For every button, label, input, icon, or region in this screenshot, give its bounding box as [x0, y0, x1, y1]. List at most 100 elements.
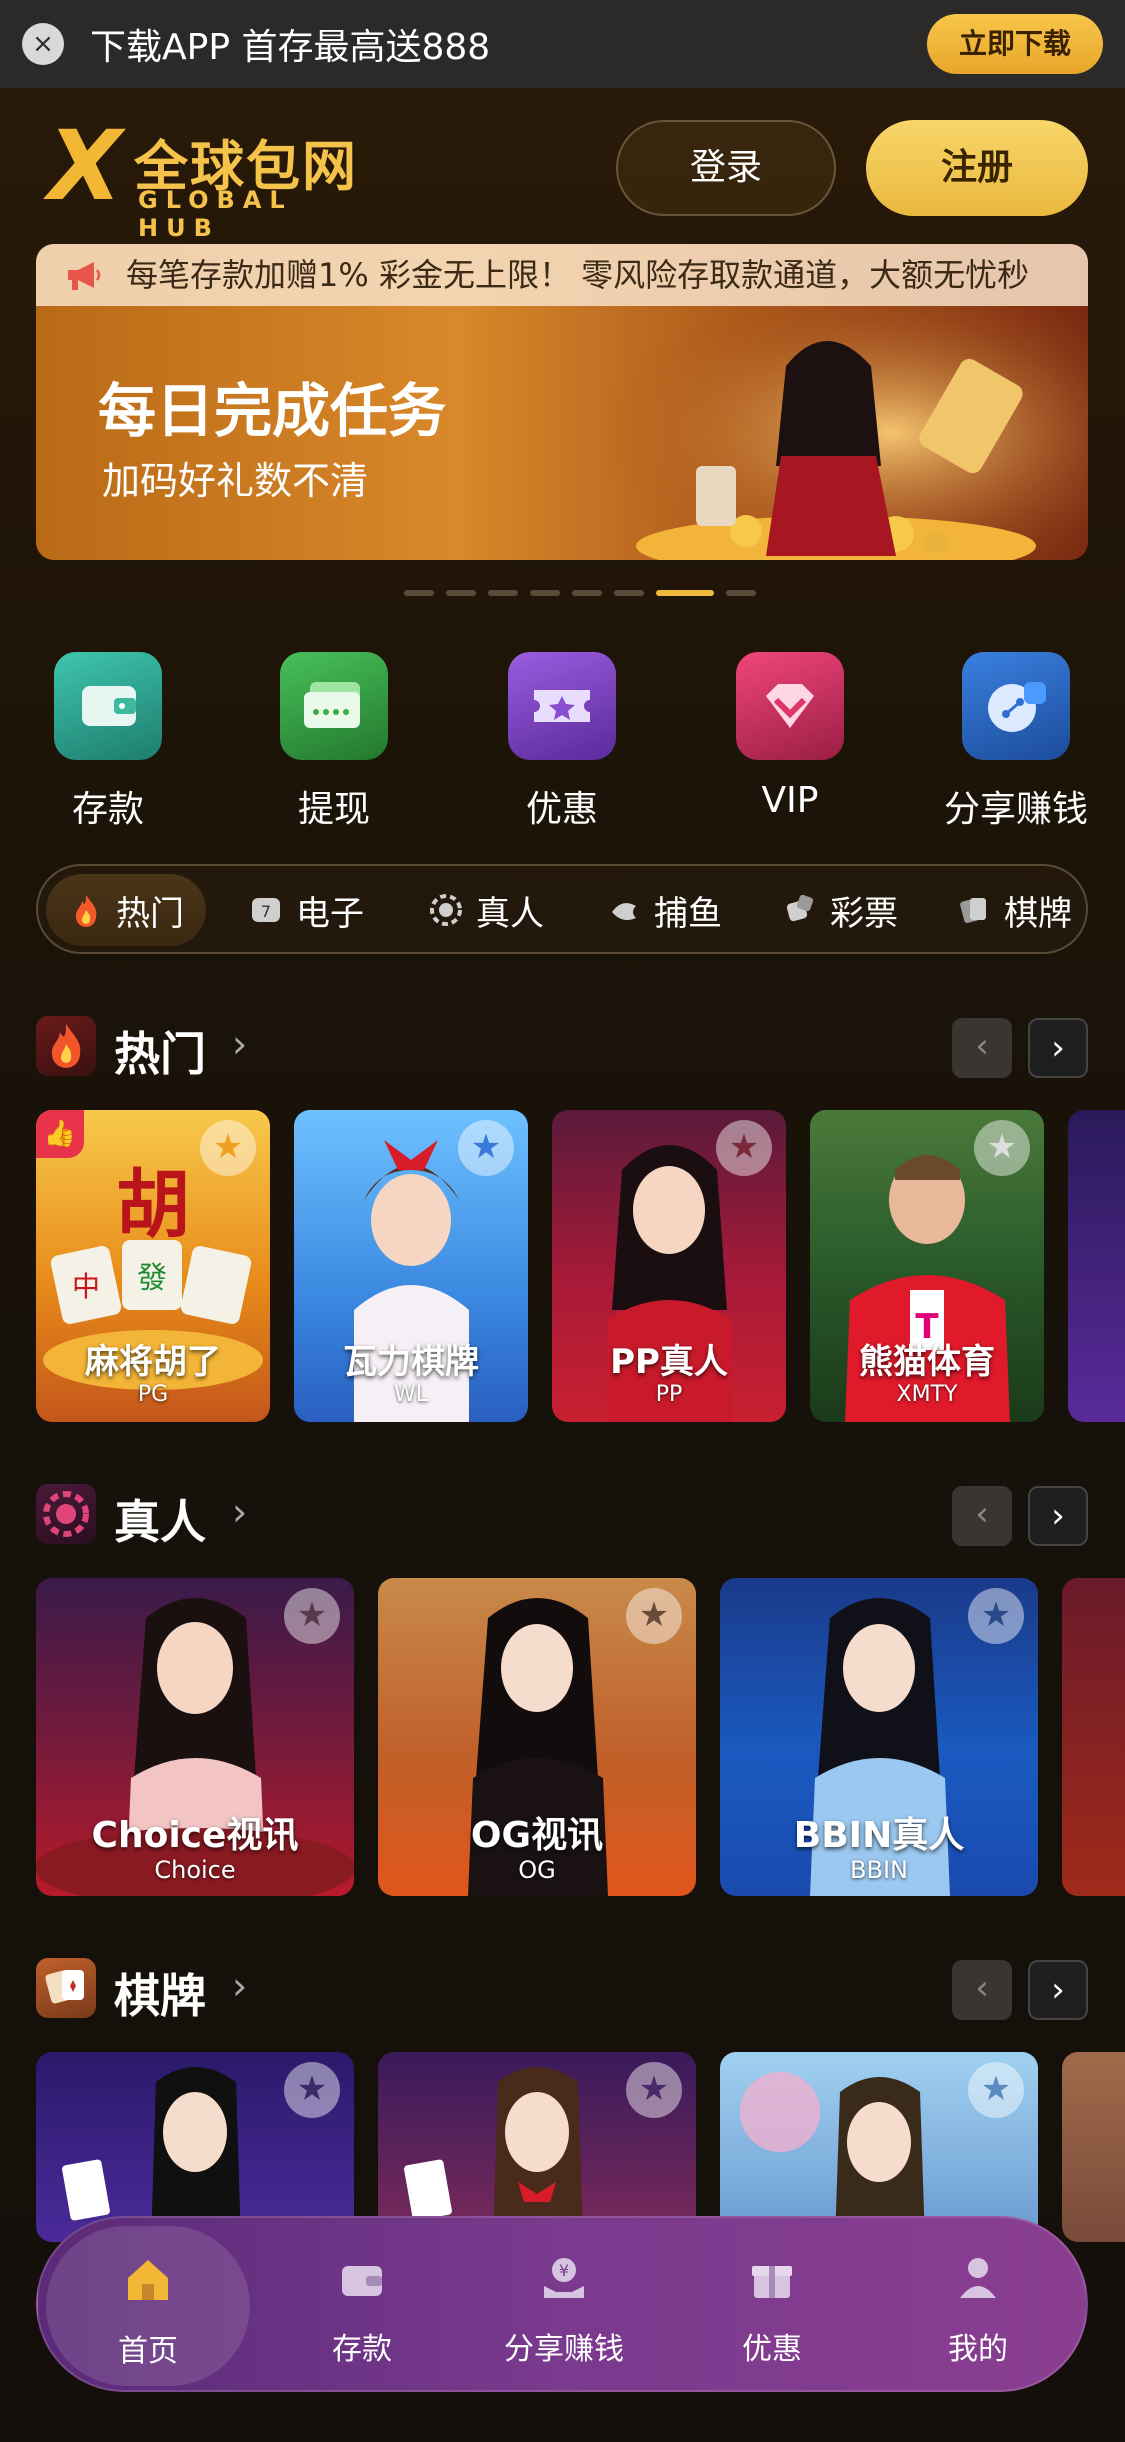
- quick-deposit[interactable]: 存款: [8, 652, 208, 832]
- marquee-text: 每笔存款加赠1% 彩金无上限！ 零风险存取款通道，大额无忧秒: [126, 256, 1030, 294]
- game-card[interactable]: ★ Choice视讯 Choice: [36, 1578, 354, 1896]
- tab-chess[interactable]: 棋牌: [956, 874, 1072, 946]
- nav-mine[interactable]: 我的: [878, 2218, 1078, 2394]
- nav-promo-label: 优惠: [742, 2332, 802, 2367]
- game-card-partial[interactable]: [1068, 1110, 1125, 1422]
- cards-icon: [960, 898, 986, 924]
- tab-live-label: 真人: [476, 893, 544, 934]
- chevron-right-icon[interactable]: ›: [232, 1022, 247, 1066]
- quick-withdraw[interactable]: 提现: [234, 652, 434, 832]
- game-card[interactable]: 胡 發 中 👍 ★ 麻将胡了 PG: [36, 1110, 270, 1422]
- game-name: OG视讯: [470, 1815, 604, 1856]
- pagination-dot[interactable]: [572, 590, 602, 596]
- megaphone-icon: [68, 262, 101, 290]
- tab-hot[interactable]: 热门: [46, 874, 206, 946]
- favorite-star-icon[interactable]: ★: [200, 1120, 256, 1176]
- favorite-star-icon[interactable]: ★: [716, 1120, 772, 1176]
- chevron-right-icon[interactable]: ›: [232, 1964, 247, 2008]
- game-provider: BBIN: [850, 1856, 908, 1884]
- pagination-dot[interactable]: [446, 590, 476, 596]
- tab-chess-label: 棋牌: [1004, 893, 1072, 934]
- hot-prev-button[interactable]: ‹: [952, 1018, 1012, 1078]
- nav-promo[interactable]: 优惠: [672, 2218, 872, 2394]
- section-hot-title[interactable]: 热门: [114, 1018, 206, 1084]
- game-card[interactable]: T ★ 熊猫体育 XMTY: [810, 1110, 1044, 1422]
- register-button[interactable]: 注册: [866, 120, 1088, 216]
- slot-icon: 7: [252, 898, 280, 922]
- favorite-star-icon[interactable]: ★: [626, 2062, 682, 2118]
- hot-thumb-badge: 👍: [36, 1110, 84, 1158]
- tab-live[interactable]: 真人: [428, 874, 544, 946]
- favorite-star-icon[interactable]: ★: [458, 1120, 514, 1176]
- game-card[interactable]: ★: [720, 2052, 1038, 2242]
- pagination-dot[interactable]: [404, 590, 434, 596]
- home-icon: [128, 2260, 168, 2300]
- favorite-star-icon[interactable]: ★: [968, 1588, 1024, 1644]
- flame-icon: [36, 1016, 96, 1076]
- wallet-icon: [54, 652, 162, 760]
- tab-lottery-label: 彩票: [830, 893, 898, 934]
- nav-home[interactable]: 首页: [46, 2226, 250, 2386]
- game-card-partial[interactable]: [1062, 1578, 1125, 1896]
- game-card[interactable]: ★: [36, 2052, 354, 2242]
- diamond-icon: [736, 652, 844, 760]
- game-card[interactable]: ★ PP真人 PP: [552, 1110, 786, 1422]
- favorite-star-icon[interactable]: ★: [284, 1588, 340, 1644]
- marquee-notice[interactable]: 每笔存款加赠1% 彩金无上限！ 零风险存取款通道，大额无忧秒: [36, 244, 1088, 306]
- svg-text:7: 7: [261, 902, 271, 921]
- quick-share[interactable]: 分享赚钱: [916, 652, 1116, 832]
- favorite-star-icon[interactable]: ★: [974, 1120, 1030, 1176]
- pagination-dot[interactable]: [530, 590, 560, 596]
- hot-next-button[interactable]: ›: [1028, 1018, 1088, 1078]
- promo-banner[interactable]: 每笔存款加赠1% 彩金无上限！ 零风险存取款通道，大额无忧秒 每日完成任务 加码…: [36, 244, 1088, 560]
- download-now-button[interactable]: 立即下载: [927, 14, 1103, 74]
- section-live-title[interactable]: 真人: [114, 1486, 206, 1552]
- tab-fishing-label: 捕鱼: [654, 893, 722, 934]
- chevron-right-icon[interactable]: ›: [232, 1490, 247, 1534]
- quick-vip[interactable]: VIP: [690, 652, 890, 821]
- chess-next-button[interactable]: ›: [1028, 1960, 1088, 2020]
- game-card[interactable]: ★ 瓦力棋牌 WL: [294, 1110, 528, 1422]
- game-card[interactable]: ★: [378, 2052, 696, 2242]
- live-next-button[interactable]: ›: [1028, 1486, 1088, 1546]
- game-card[interactable]: ★ BBIN真人 BBIN: [720, 1578, 1038, 1896]
- tab-slots[interactable]: 7 电子: [248, 874, 364, 946]
- favorite-star-icon[interactable]: ★: [626, 1588, 682, 1644]
- nav-mine-label: 我的: [948, 2332, 1008, 2367]
- tab-fishing[interactable]: 捕鱼: [606, 874, 722, 946]
- quick-vip-label: VIP: [761, 780, 819, 821]
- game-card-partial[interactable]: [1062, 2052, 1125, 2242]
- tab-lottery[interactable]: 彩票: [782, 874, 898, 946]
- section-chess-title[interactable]: 棋牌: [114, 1960, 206, 2026]
- nav-deposit-label: 存款: [332, 2332, 392, 2367]
- logo-mark: X: [48, 110, 123, 222]
- logo: X 全球包网 GLOBAL HUB: [48, 110, 388, 242]
- pagination-dot[interactable]: [656, 590, 714, 596]
- game-name: PP真人: [610, 1342, 728, 1382]
- dice-icon: [786, 894, 814, 922]
- close-icon[interactable]: ×: [22, 23, 64, 65]
- game-name: Choice视讯: [91, 1815, 299, 1856]
- gift-icon: [752, 2266, 792, 2298]
- cash-card-icon: [280, 652, 388, 760]
- live-prev-button[interactable]: ‹: [952, 1486, 1012, 1546]
- chess-prev-button[interactable]: ‹: [952, 1960, 1012, 2020]
- login-button[interactable]: 登录: [616, 120, 836, 216]
- pagination-dot[interactable]: [614, 590, 644, 596]
- banner-title: 每日完成任务: [98, 377, 447, 445]
- banner-subtitle: 加码好礼数不清: [102, 459, 369, 503]
- chip-icon: [36, 1484, 96, 1544]
- quick-promo[interactable]: 优惠: [462, 652, 662, 832]
- game-card[interactable]: ★ OG视讯 OG: [378, 1578, 696, 1896]
- favorite-star-icon[interactable]: ★: [284, 2062, 340, 2118]
- nav-deposit[interactable]: 存款: [262, 2218, 462, 2394]
- quick-share-label: 分享赚钱: [943, 789, 1088, 830]
- nav-share[interactable]: ¥ 分享赚钱: [464, 2218, 664, 2394]
- game-provider: WL: [393, 1382, 428, 1407]
- tab-slots-label: 电子: [296, 893, 364, 934]
- wallet-icon: [342, 2266, 382, 2296]
- game-name: 瓦力棋牌: [343, 1342, 479, 1382]
- favorite-star-icon[interactable]: ★: [968, 2062, 1024, 2118]
- pagination-dot[interactable]: [726, 590, 756, 596]
- pagination-dot[interactable]: [488, 590, 518, 596]
